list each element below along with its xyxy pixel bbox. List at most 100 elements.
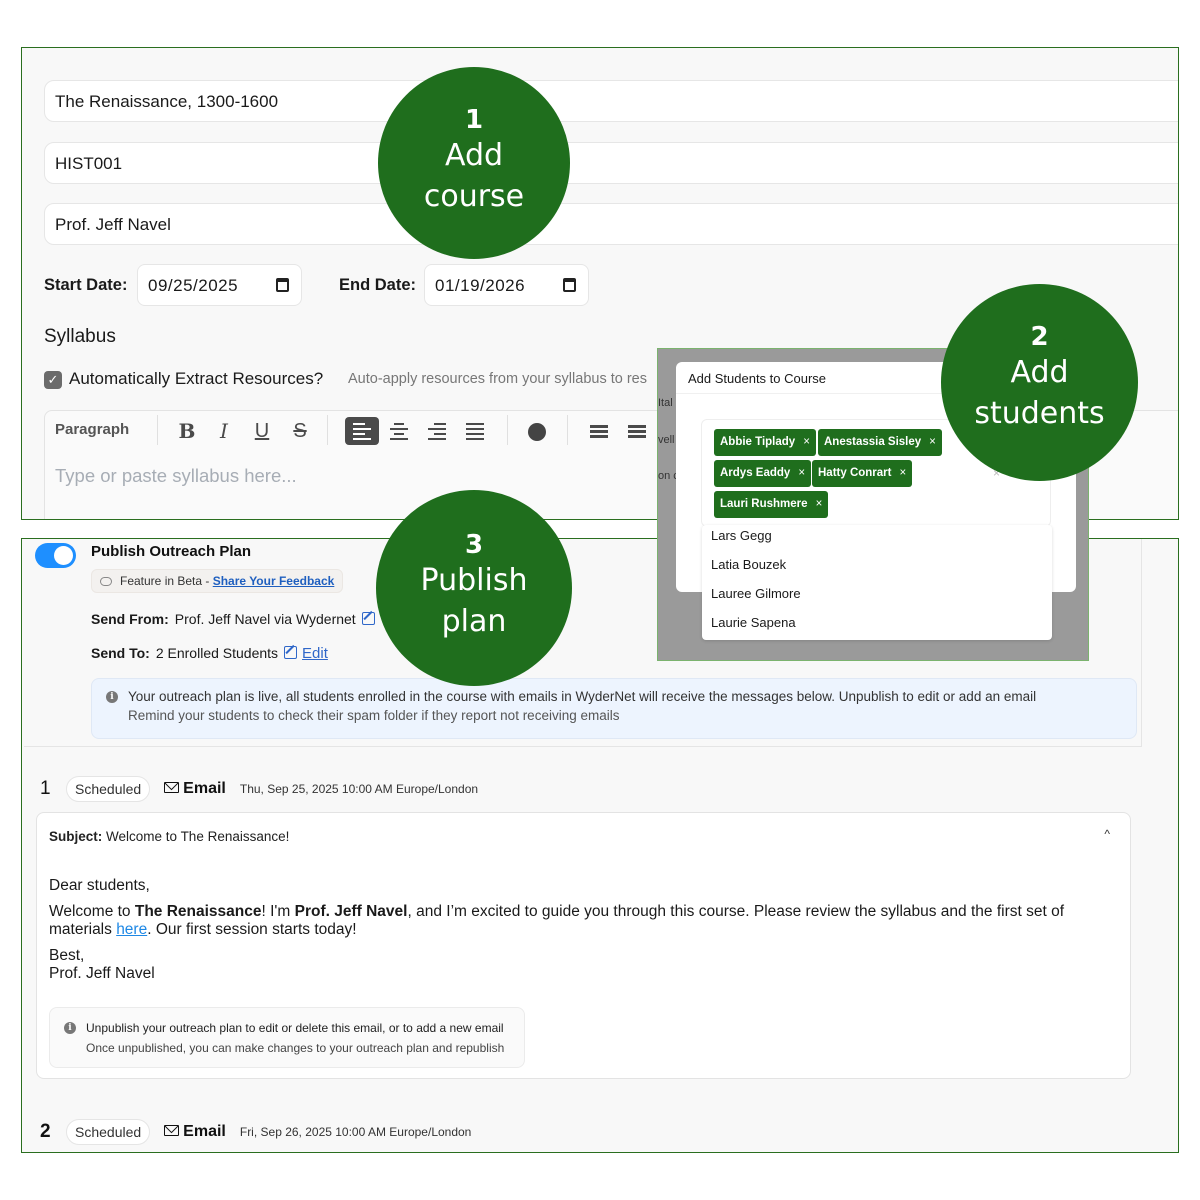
strikethrough-button[interactable]: S [286,417,314,445]
check-icon: ✓ [47,372,59,387]
step-number: 3 [464,530,484,560]
body-text: ! I'm [261,903,295,920]
publish-toggle[interactable] [35,543,76,568]
course-title-input[interactable]: The Renaissance, 1300-1600 [44,80,1178,122]
email-signoff: Best, Prof. Jeff Navel [49,947,1119,983]
remove-tag-icon[interactable]: × [899,467,906,479]
feedback-link[interactable]: Share Your Feedback [213,574,335,588]
note-line-1: Unpublish your outreach plan to edit or … [86,1021,504,1035]
subject-label: Subject: [49,829,103,844]
dropdown-option[interactable]: Lars Gegg [711,528,772,543]
email-type: Email [164,780,226,798]
remove-tag-icon[interactable]: × [929,436,936,448]
chevron-up-icon[interactable]: ^ [1104,827,1110,841]
note-line-2: Once unpublished, you can make changes t… [86,1041,505,1055]
align-center-button[interactable] [385,417,413,445]
step-label-line-2: plan [441,604,507,639]
info-icon: i [64,1022,76,1034]
status-badge: Scheduled [66,1119,151,1145]
step-2-badge: 2 Add students [941,284,1138,481]
student-tag: Ardys Eaddy × [714,460,812,487]
step-3-badge: 3 Publish plan [376,490,572,686]
body-bold: Prof. Jeff Navel [294,903,408,920]
align-right-button[interactable] [423,417,451,445]
extract-resources-checkbox[interactable]: ✓ [44,371,62,389]
step-1-badge: 1 Add course [378,67,570,259]
email-body: Dear students, Welcome to The Renaissanc… [49,877,1119,991]
start-date-input[interactable]: 09/25/2025 [137,264,302,306]
send-from-label: Send From: [91,611,169,627]
background-fragment: vell [658,434,675,446]
tag-label: Ardys Eaddy [720,467,791,479]
send-from-value: Prof. Jeff Navel via Wydernet [174,611,356,627]
bullet-list-button[interactable] [585,417,613,445]
envelope-icon [164,782,180,793]
envelope-icon [164,1125,180,1136]
italic-button[interactable]: I [210,417,238,445]
instructor-input[interactable]: Prof. Jeff Navel [44,203,1178,245]
chat-bubble-icon [100,577,112,586]
bold-button[interactable]: B [173,417,201,445]
end-date-input[interactable]: 01/19/2026 [424,264,589,306]
body-text: Welcome to [49,903,135,920]
step-label-line-1: Publish [420,563,528,598]
signature: Prof. Jeff Navel [49,965,155,982]
student-tag: Lauri Rushmere × [714,491,829,518]
send-to-value: 2 Enrolled Students [155,645,279,661]
dropdown-option[interactable]: Lauree Gilmore [711,586,801,601]
email-datetime: Thu, Sep 25, 2025 10:00 AM Europe/London [239,782,479,796]
toolbar-divider [507,415,508,445]
send-to-row: Send To: 2 Enrolled Students Edit [91,645,328,662]
tag-label: Hatty Conrart [818,467,892,479]
text-color-button[interactable] [523,417,551,445]
edit-icon[interactable] [361,612,375,625]
align-justify-button[interactable] [461,417,489,445]
remove-tag-icon[interactable]: × [816,498,823,510]
align-left-button[interactable] [345,417,379,445]
status-badge: Scheduled [66,776,151,802]
send-from-row: Send From: Prof. Jeff Navel via Wydernet [91,611,375,627]
dropdown-option[interactable]: Latia Bouzek [711,557,786,572]
toggle-knob [54,546,73,565]
toolbar-divider [157,415,158,445]
signoff: Best, [49,947,85,964]
underline-button[interactable]: U [248,417,276,445]
tag-label: Lauri Rushmere [720,498,808,510]
body-bold: The Renaissance [134,903,262,920]
syllabus-placeholder[interactable]: Type or paste syllabus here... [55,465,297,487]
palette-icon [528,422,546,441]
numbered-list-button[interactable] [623,417,651,445]
numbered-list-icon [628,423,646,441]
email-row[interactable]: 1 Scheduled Email Thu, Sep 25, 2025 10:00 A… [40,776,478,802]
block-style-select[interactable]: Paragraph [55,421,129,438]
edit-recipients-link[interactable]: Edit [302,645,328,662]
background-fragment: Ital [658,397,673,409]
end-date-label: End Date: [339,276,417,294]
body-text: . Our first session starts today! [147,921,357,938]
materials-link[interactable]: here [116,921,147,938]
edit-icon[interactable] [284,646,298,659]
start-date-value: 09/25/2025 [148,276,239,295]
calendar-icon[interactable] [563,278,576,292]
step-label-line-2: course [423,179,525,214]
email-subject: Subject: Welcome to The Renaissance! [49,829,289,844]
tag-label: Abbie Tiplady [720,436,796,448]
calendar-icon[interactable] [276,278,289,292]
remove-tag-icon[interactable]: × [803,436,810,448]
course-code-input[interactable]: HIST001 [44,142,1178,184]
beta-badge: Feature in Beta - Share Your Feedback [91,569,344,593]
student-tag: Abbie Tiplady × [714,429,816,456]
extract-resources-label: Automatically Extract Resources? [69,369,324,388]
dropdown-option[interactable]: Laurie Sapena [711,615,796,630]
unpublish-note: i Unpublish your outreach plan to edit o… [49,1007,525,1068]
toolbar-divider [327,415,328,445]
align-left-icon [353,420,371,443]
align-center-icon [390,420,408,443]
alert-line-2: Remind your students to check their spam… [128,708,620,723]
remove-tag-icon[interactable]: × [798,467,805,479]
email-card: Subject: Welcome to The Renaissance! ^ D… [36,812,1131,1079]
step-label-line-1: Add [1010,355,1069,390]
email-greeting: Dear students, [49,877,150,894]
email-type-label: Email [183,780,226,797]
email-row[interactable]: 2 Scheduled Email Fri, Sep 26, 2025 10:00 A… [40,1119,471,1145]
